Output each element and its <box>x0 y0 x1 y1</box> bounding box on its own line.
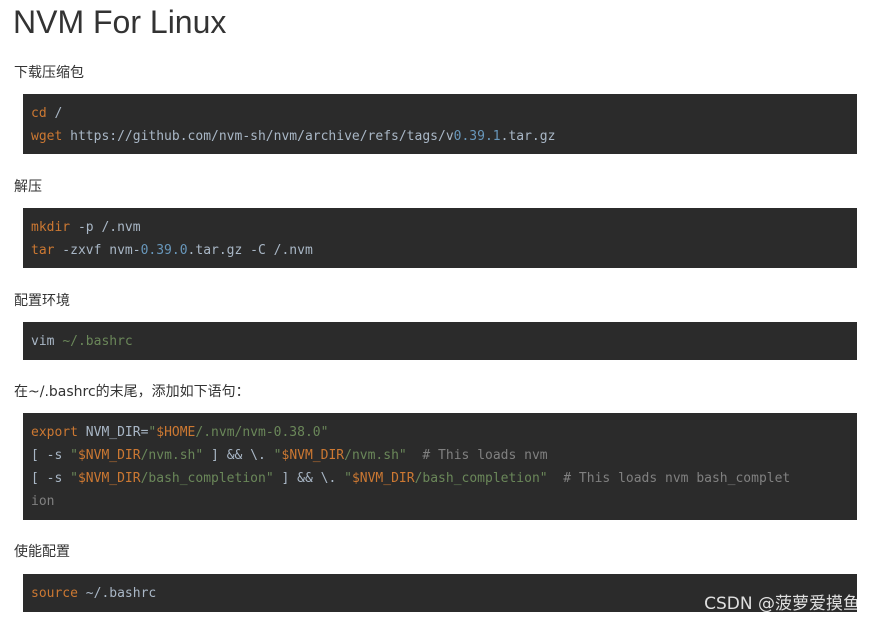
code-token: vim <box>31 334 63 349</box>
code-token: $HOME <box>156 425 196 440</box>
code-token: NVM_DIR= <box>77 425 149 440</box>
code-token: ~/.bashrc <box>62 334 133 349</box>
code-token: # This loads nvm bash_complet <box>547 471 791 486</box>
code-block-extract[interactable]: mkdir -p /.nvm tar -zxvf nvm-0.39.0.tar.g… <box>23 208 857 268</box>
code-token: 0.39.0 <box>140 243 188 258</box>
code-line: tar -zxvf nvm-0.39.0.tar.gz -C /.nvm <box>31 239 849 262</box>
code-token: cd <box>31 106 47 121</box>
code-token: " <box>70 471 78 486</box>
code-token: source <box>31 586 78 601</box>
code-line: [ -s "$NVM_DIR/nvm.sh" ] && \. "$NVM_DIR… <box>31 444 849 467</box>
section-download-label: 下载压缩包 <box>14 65 84 81</box>
code-token: mkdir <box>31 220 71 235</box>
code-token: $NVM_DIR <box>351 471 415 486</box>
code-token: -zxvf nvm- <box>54 243 141 258</box>
code-token: [ -s <box>31 448 71 463</box>
code-token: .tar.gz -C /.nvm <box>187 243 313 258</box>
code-line: wget https://github.com/nvm-sh/nvm/archi… <box>31 125 849 148</box>
code-token: -p /.nvm <box>70 220 141 235</box>
code-token: " <box>344 471 352 486</box>
code-line: cd / <box>31 102 849 125</box>
code-token: ~/.bashrc <box>77 586 157 601</box>
code-token: /nvm.sh" <box>344 448 407 463</box>
code-token: https://github.com/nvm-sh/nvm/archive/re… <box>62 129 454 144</box>
code-token: /.nvm/nvm-0.38.0" <box>195 425 329 440</box>
code-token: $NVM_DIR <box>77 471 141 486</box>
page-title: NVM For Linux <box>13 4 227 40</box>
code-line: ion <box>31 490 849 513</box>
watermark-text: CSDN @菠萝爱摸鱼 <box>704 594 860 614</box>
section-extract-label: 解压 <box>14 179 42 195</box>
code-token: # This loads nvm <box>406 448 548 463</box>
code-token: .tar.gz <box>500 129 556 144</box>
code-line: export NVM_DIR="$HOME/.nvm/nvm-0.38.0" <box>31 421 849 444</box>
section-append-label: 在~/.bashrc的末尾，添加如下语句： <box>14 384 250 400</box>
code-token: /bash_completion" <box>414 471 548 486</box>
code-token: 0.39.1 <box>453 129 501 144</box>
code-line: [ -s "$NVM_DIR/bash_completion" ] && \. … <box>31 467 849 490</box>
code-token: $NVM_DIR <box>77 448 141 463</box>
section-enable-label: 使能配置 <box>14 544 70 560</box>
section-config-env-label: 配置环境 <box>14 293 70 309</box>
code-token: " <box>70 448 78 463</box>
code-line: mkdir -p /.nvm <box>31 216 849 239</box>
code-token: ] && \. <box>203 448 274 463</box>
code-token: / <box>46 106 63 121</box>
code-token: [ -s <box>31 471 71 486</box>
code-block-append[interactable]: export NVM_DIR="$HOME/.nvm/nvm-0.38.0"[ … <box>23 413 857 520</box>
code-block-download[interactable]: cd / wget https://github.com/nvm-sh/nvm/a… <box>23 94 857 154</box>
code-token: $NVM_DIR <box>281 448 345 463</box>
code-block-config-env[interactable]: vim ~/.bashrc <box>23 322 857 360</box>
code-token: /bash_completion" <box>140 471 274 486</box>
code-token: " <box>273 448 282 463</box>
code-token: tar <box>31 243 55 258</box>
code-token: export <box>31 425 78 440</box>
code-token: ] && \. <box>273 471 345 486</box>
code-token: wget <box>31 129 63 144</box>
code-line: vim ~/.bashrc <box>31 330 849 353</box>
code-token: /nvm.sh" <box>140 448 204 463</box>
code-token: ion <box>31 494 55 509</box>
